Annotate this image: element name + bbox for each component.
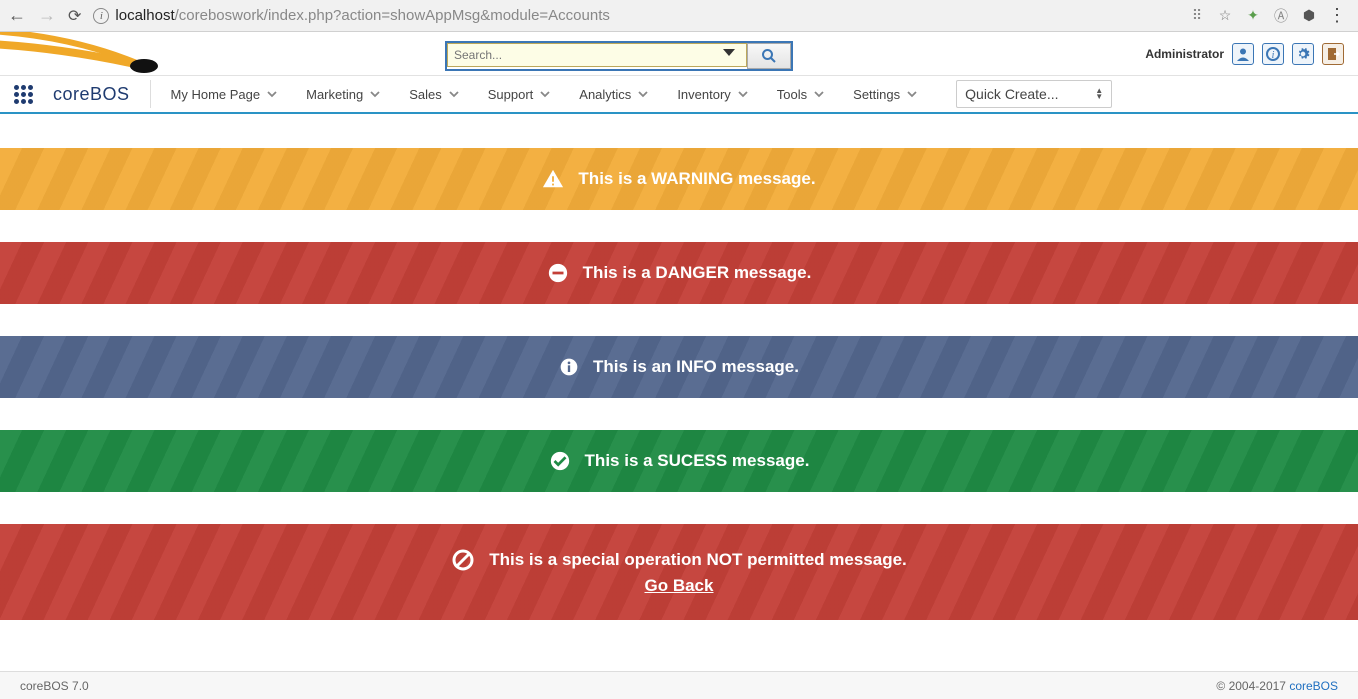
nav-item-tools[interactable]: Tools [777, 87, 825, 102]
translate-icon[interactable]: ⠿ [1188, 7, 1206, 25]
nav-item-label: Inventory [677, 87, 730, 102]
footer-copyright-text: © 2004-2017 [1216, 679, 1289, 693]
back-button[interactable]: ← [8, 5, 26, 26]
nav-item-home[interactable]: My Home Page [171, 87, 279, 102]
minus-circle-icon [547, 262, 569, 284]
footer-copyright: © 2004-2017 coreBOS [1216, 679, 1338, 693]
alert-text: This is a special operation NOT permitte… [489, 550, 907, 570]
alert-text: This is an INFO message. [593, 357, 799, 377]
forward-button[interactable]: → [38, 5, 56, 26]
content-area: This is a WARNING message. This is a DAN… [0, 148, 1358, 620]
nav-item-support[interactable]: Support [488, 87, 552, 102]
logout-icon[interactable] [1322, 43, 1344, 65]
go-back-link[interactable]: Go Back [645, 576, 714, 596]
quick-create-label: Quick Create... [965, 86, 1058, 102]
nav-separator [150, 80, 151, 108]
brand-label[interactable]: coreBOS [53, 84, 130, 105]
alert-text: This is a WARNING message. [578, 169, 815, 189]
footer-version: coreBOS 7.0 [20, 679, 89, 693]
nav-items: My Home Page Marketing Sales Support Ana… [171, 87, 919, 102]
nav-item-label: Settings [853, 87, 900, 102]
quick-create-select[interactable]: Quick Create... ▲▼ [956, 80, 1112, 108]
chevron-down-icon [266, 88, 278, 100]
search-icon [761, 48, 777, 64]
alert-info: This is an INFO message. [0, 336, 1358, 398]
user-icon[interactable] [1232, 43, 1254, 65]
extension-a-icon[interactable]: Ⓐ [1272, 7, 1290, 25]
help-icon[interactable]: i [1262, 43, 1284, 65]
apps-grid-icon[interactable] [14, 85, 33, 104]
chevron-down-icon [906, 88, 918, 100]
alert-text: This is a SUCESS message. [585, 451, 810, 471]
nav-item-marketing[interactable]: Marketing [306, 87, 381, 102]
nav-item-inventory[interactable]: Inventory [677, 87, 748, 102]
nav-item-analytics[interactable]: Analytics [579, 87, 649, 102]
footer-link[interactable]: coreBOS [1289, 679, 1338, 693]
browser-extension-icons: ⠿ ☆ ✦ Ⓐ ⬢ ⋮ [1188, 7, 1350, 25]
browser-menu-icon[interactable]: ⋮ [1328, 7, 1346, 25]
site-info-icon[interactable]: i [93, 8, 109, 24]
alert-warning: This is a WARNING message. [0, 148, 1358, 210]
nav-item-settings[interactable]: Settings [853, 87, 918, 102]
nav-item-sales[interactable]: Sales [409, 87, 460, 102]
nav-item-label: Tools [777, 87, 807, 102]
chevron-down-icon [737, 88, 749, 100]
prohibited-icon [451, 548, 475, 572]
search-input[interactable] [447, 43, 747, 67]
nav-item-label: Support [488, 87, 534, 102]
header-right: Administrator i [1145, 43, 1358, 65]
global-search [445, 41, 793, 71]
bookmark-star-icon[interactable]: ☆ [1216, 7, 1234, 25]
browser-toolbar: ← → ⟳ i localhost/coreboswork/index.php?… [0, 0, 1358, 32]
nav-item-label: Analytics [579, 87, 631, 102]
app-header: Administrator i [0, 32, 1358, 76]
chevron-down-icon [369, 88, 381, 100]
chevron-down-icon [813, 88, 825, 100]
browser-nav-buttons: ← → ⟳ [8, 5, 81, 26]
nav-item-label: Marketing [306, 87, 363, 102]
select-arrows-icon: ▲▼ [1095, 88, 1103, 100]
nav-item-label: Sales [409, 87, 442, 102]
nav-item-label: My Home Page [171, 87, 261, 102]
reload-button[interactable]: ⟳ [68, 6, 81, 26]
chevron-down-icon [637, 88, 649, 100]
alert-text: This is a DANGER message. [583, 263, 812, 283]
check-circle-icon [549, 450, 571, 472]
current-user-label: Administrator [1145, 47, 1224, 61]
settings-gear-icon[interactable] [1292, 43, 1314, 65]
extension-leaf-icon[interactable]: ✦ [1244, 7, 1262, 25]
svg-text:i: i [1272, 50, 1275, 61]
app-logo[interactable] [0, 32, 170, 76]
alert-success: This is a SUCESS message. [0, 430, 1358, 492]
url-host: localhost [115, 7, 174, 24]
url-path: /coreboswork/index.php?action=showAppMsg… [175, 7, 610, 24]
chevron-down-icon [539, 88, 551, 100]
alert-danger: This is a DANGER message. [0, 242, 1358, 304]
chevron-down-icon [448, 88, 460, 100]
main-nav: coreBOS My Home Page Marketing Sales Sup… [0, 76, 1358, 114]
app-footer: coreBOS 7.0 © 2004-2017 coreBOS [0, 671, 1358, 699]
extension-shield-icon[interactable]: ⬢ [1300, 7, 1318, 25]
warning-triangle-icon [542, 168, 564, 190]
info-circle-icon [559, 357, 579, 377]
search-button[interactable] [747, 43, 791, 69]
alert-not-permitted: This is a special operation NOT permitte… [0, 524, 1358, 620]
url-bar[interactable]: i localhost/coreboswork/index.php?action… [93, 7, 1176, 24]
